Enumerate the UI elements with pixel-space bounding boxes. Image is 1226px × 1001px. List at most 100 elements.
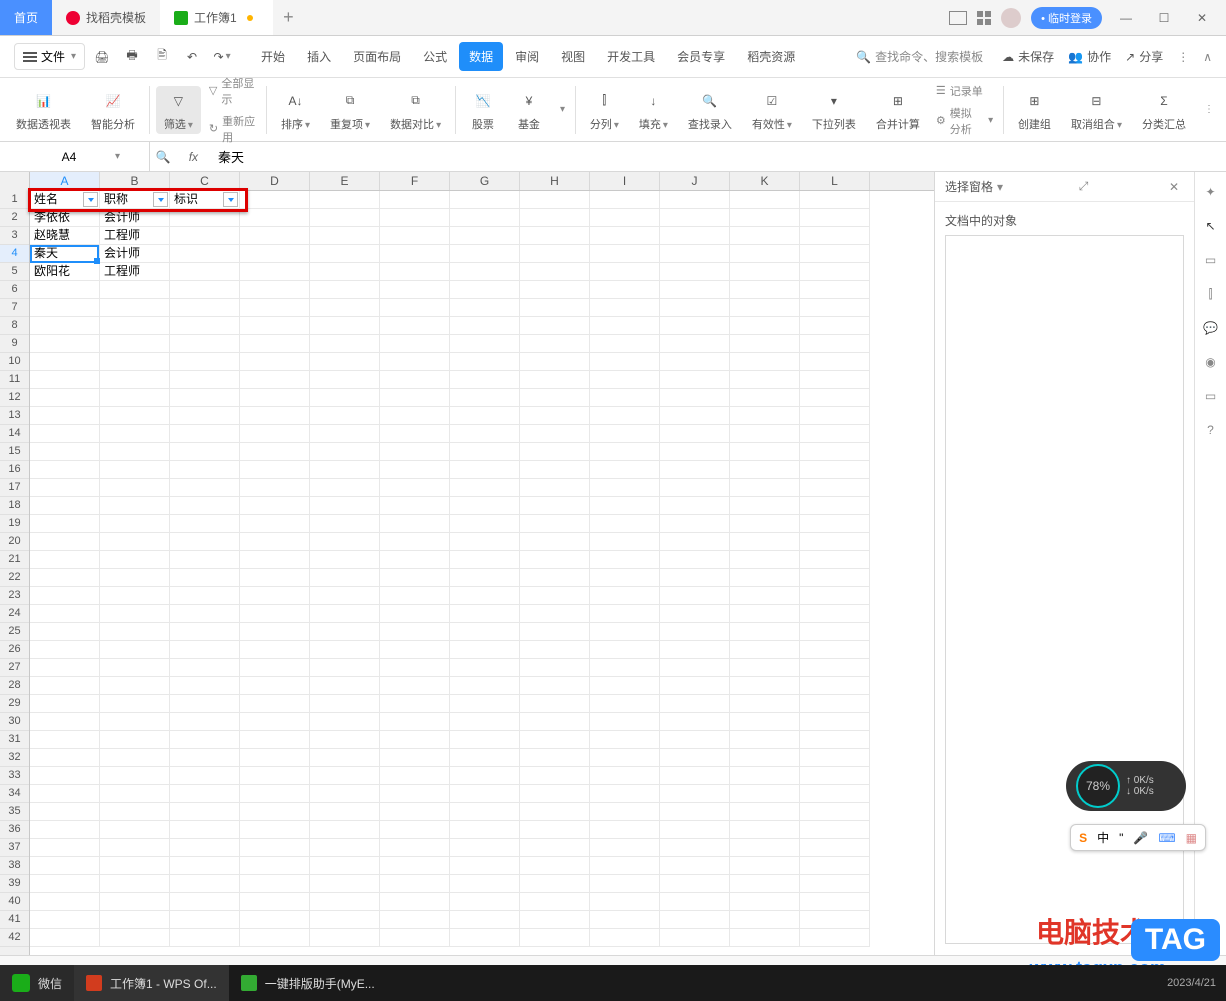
cell[interactable]	[380, 767, 450, 785]
cell[interactable]	[170, 335, 240, 353]
cell[interactable]	[310, 767, 380, 785]
cell[interactable]	[310, 785, 380, 803]
cell[interactable]	[30, 533, 100, 551]
cell[interactable]	[170, 713, 240, 731]
cell[interactable]	[100, 659, 170, 677]
menu-tab-4[interactable]: 数据	[459, 42, 503, 71]
cell[interactable]	[450, 929, 520, 947]
cell[interactable]	[310, 461, 380, 479]
cell[interactable]	[450, 389, 520, 407]
cell[interactable]	[100, 479, 170, 497]
cell[interactable]	[170, 389, 240, 407]
sim-button[interactable]: ⚙模拟分析▾	[932, 103, 997, 139]
cell[interactable]	[520, 191, 590, 209]
cell[interactable]	[800, 263, 870, 281]
cell[interactable]	[100, 641, 170, 659]
cell[interactable]	[30, 479, 100, 497]
cell[interactable]	[380, 875, 450, 893]
cell[interactable]	[310, 191, 380, 209]
cell[interactable]	[590, 785, 660, 803]
cell[interactable]	[100, 533, 170, 551]
cell[interactable]	[240, 191, 310, 209]
cell[interactable]	[590, 263, 660, 281]
rail-tablet-icon[interactable]: ▭	[1201, 386, 1221, 406]
cell[interactable]	[310, 209, 380, 227]
cell[interactable]	[30, 767, 100, 785]
row-header[interactable]: 12	[0, 389, 29, 407]
cell[interactable]	[590, 893, 660, 911]
cell[interactable]	[660, 677, 730, 695]
cell[interactable]	[240, 569, 310, 587]
cell[interactable]	[660, 335, 730, 353]
chevron-down-icon[interactable]: ▾	[115, 151, 120, 162]
cell[interactable]	[730, 479, 800, 497]
cell[interactable]	[380, 263, 450, 281]
cell[interactable]	[660, 893, 730, 911]
row-header[interactable]: 14	[0, 425, 29, 443]
cell[interactable]	[100, 875, 170, 893]
cell[interactable]	[310, 317, 380, 335]
ime-lang[interactable]: 中	[1097, 829, 1109, 846]
data-cell[interactable]: 工程师	[100, 263, 170, 281]
cell[interactable]	[660, 515, 730, 533]
cell[interactable]	[100, 407, 170, 425]
cell[interactable]	[800, 389, 870, 407]
row-header[interactable]: 41	[0, 911, 29, 929]
cell[interactable]	[30, 893, 100, 911]
cell[interactable]	[30, 875, 100, 893]
cell[interactable]	[310, 839, 380, 857]
cell[interactable]	[100, 551, 170, 569]
cell[interactable]	[660, 299, 730, 317]
cell[interactable]	[30, 587, 100, 605]
cell[interactable]	[590, 425, 660, 443]
cell[interactable]	[30, 857, 100, 875]
cell[interactable]	[100, 605, 170, 623]
cell[interactable]	[450, 317, 520, 335]
row-header[interactable]: 33	[0, 767, 29, 785]
cell[interactable]	[100, 623, 170, 641]
sort-button[interactable]: A↓排序▾	[273, 86, 318, 134]
cell[interactable]	[450, 227, 520, 245]
cell[interactable]	[30, 839, 100, 857]
cell[interactable]	[380, 893, 450, 911]
name-box[interactable]: ▾	[0, 142, 150, 171]
reader-mode-icon[interactable]	[949, 11, 967, 25]
cell[interactable]	[310, 299, 380, 317]
cell[interactable]	[660, 425, 730, 443]
cell[interactable]	[660, 479, 730, 497]
cell[interactable]	[170, 749, 240, 767]
cell[interactable]	[730, 785, 800, 803]
cell[interactable]	[100, 749, 170, 767]
cell[interactable]	[590, 479, 660, 497]
cell[interactable]	[380, 569, 450, 587]
system-tray[interactable]: 2023/4/21	[1157, 977, 1226, 989]
cell[interactable]	[170, 551, 240, 569]
cell[interactable]	[800, 839, 870, 857]
pivot-button[interactable]: 📊数据透视表	[8, 86, 79, 134]
menu-tab-3[interactable]: 公式	[413, 42, 457, 71]
cell[interactable]	[450, 875, 520, 893]
cell[interactable]	[590, 461, 660, 479]
cell[interactable]	[380, 695, 450, 713]
cell[interactable]	[660, 407, 730, 425]
cell[interactable]	[590, 731, 660, 749]
cell[interactable]	[590, 641, 660, 659]
row-header[interactable]: 25	[0, 623, 29, 641]
cell[interactable]	[30, 443, 100, 461]
data-cell[interactable]: 工程师	[100, 227, 170, 245]
cell[interactable]	[800, 677, 870, 695]
cell[interactable]	[170, 515, 240, 533]
cell[interactable]	[170, 659, 240, 677]
cell[interactable]	[800, 479, 870, 497]
cell[interactable]	[450, 371, 520, 389]
cell[interactable]	[730, 335, 800, 353]
subtotal-button[interactable]: Σ分类汇总	[1134, 86, 1194, 134]
ime-punct-icon[interactable]: "	[1119, 831, 1123, 845]
row-header[interactable]: 15	[0, 443, 29, 461]
cell[interactable]	[520, 857, 590, 875]
cell[interactable]	[310, 533, 380, 551]
cell[interactable]	[310, 227, 380, 245]
cell[interactable]	[310, 821, 380, 839]
table-header-cell[interactable]: 姓名	[30, 191, 100, 209]
cell[interactable]	[380, 407, 450, 425]
